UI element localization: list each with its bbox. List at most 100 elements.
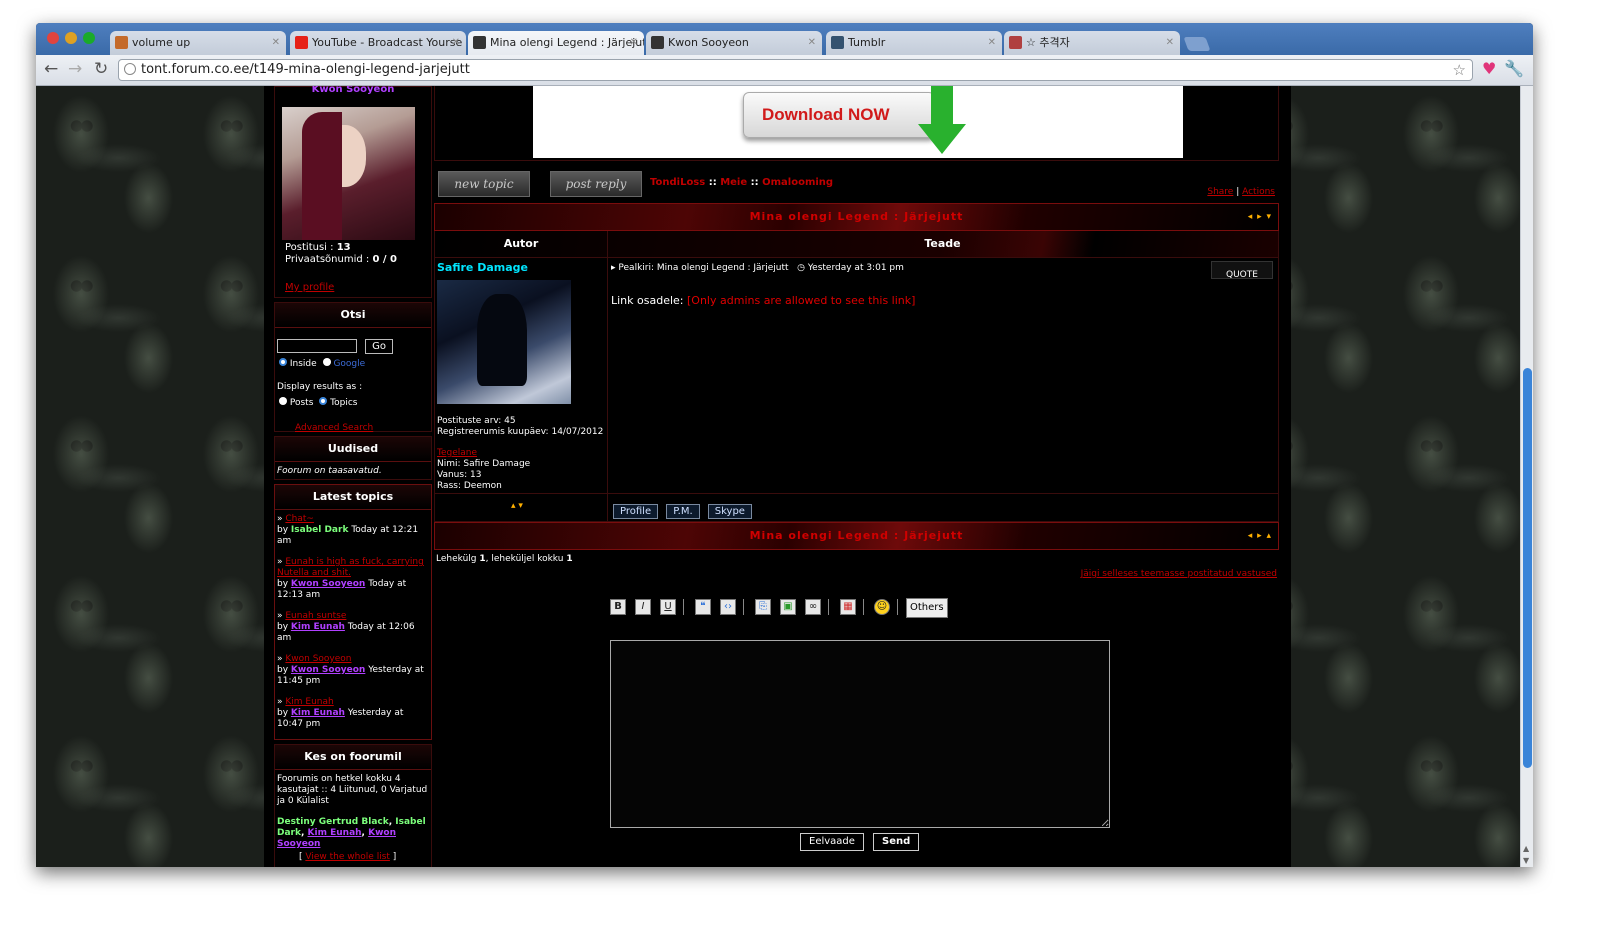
reply-textarea[interactable]	[610, 640, 1110, 828]
tumblr-icon	[831, 36, 844, 49]
post-nav-arrows-icon[interactable]: ▴ ▾	[511, 501, 523, 511]
clock-icon: ◷	[797, 263, 805, 273]
topic-nav-arrows-bottom-icon[interactable]: ◂ ▸ ▴	[1248, 523, 1272, 549]
download-now-button[interactable]: Download NOW	[743, 92, 935, 138]
minimize-window-button[interactable]	[65, 32, 77, 44]
latest-topic-author[interactable]: Kim Eunah	[291, 708, 345, 718]
close-window-button[interactable]	[47, 32, 59, 44]
breadcrumb-item[interactable]: Omalooming	[762, 177, 833, 188]
profile-button[interactable]: Profile	[613, 504, 659, 519]
color-icon[interactable]: ▦	[840, 599, 856, 615]
tab-mina-olengi-legend[interactable]: Mina olengi Legend : Järjejut ✕	[468, 31, 644, 55]
address-bar[interactable]: tont.forum.co.ee/t149-mina-olengi-legend…	[118, 59, 1473, 81]
latest-topic-link[interactable]: Eunah suntse	[285, 611, 346, 621]
browser-toolbar: ← → ↻ tont.forum.co.ee/t149-mina-olengi-…	[36, 55, 1533, 86]
zoom-window-button[interactable]	[83, 32, 95, 44]
latest-topic-author[interactable]: Isabel Dark	[291, 525, 349, 535]
advanced-search-link[interactable]: Advanced Search	[295, 423, 373, 433]
close-icon[interactable]: ✕	[452, 31, 460, 55]
close-icon[interactable]: ✕	[808, 31, 816, 55]
view-whole-list-link[interactable]: View the whole list	[305, 852, 390, 862]
post-author-name[interactable]: Safire Damage	[437, 261, 605, 274]
code-icon[interactable]: ‹›	[720, 599, 736, 615]
avatar-hair	[302, 112, 342, 240]
search-input[interactable]	[277, 339, 357, 353]
host-image-icon[interactable]: ⎘	[755, 599, 771, 615]
online-user-link[interactable]: Destiny Gertrud Black	[277, 817, 389, 827]
tab-kwon-sooyeon[interactable]: Kwon Sooyeon ✕	[646, 31, 822, 55]
forward-arrow-icon[interactable]: →	[68, 60, 82, 78]
tab-youtube[interactable]: YouTube - Broadcast Yourse ✕	[290, 31, 466, 55]
topic-title-bottom: Mina olengi Legend : Järjejutt	[749, 529, 964, 542]
topic-nav-arrows-icon[interactable]: ◂ ▸ ▾	[1248, 204, 1272, 230]
send-button[interactable]: Send	[873, 833, 920, 851]
back-arrow-icon[interactable]: ←	[44, 60, 58, 78]
tab-label: Tumblr	[848, 36, 886, 49]
latest-topic-author[interactable]: Kwon Sooyeon	[291, 665, 365, 675]
new-topic-button[interactable]: new topic	[438, 171, 530, 197]
tab-chaser[interactable]: ☆ 추격자 ✕	[1004, 31, 1180, 55]
close-icon[interactable]: ✕	[988, 31, 996, 55]
breadcrumb: TondiLoss :: Meie :: Omalooming	[650, 177, 834, 188]
close-icon[interactable]: ✕	[272, 31, 280, 55]
tab-tumblr[interactable]: Tumblr ✕	[826, 31, 1002, 55]
heart-icon[interactable]: ♥	[1482, 60, 1496, 78]
quote-icon[interactable]: ❝	[695, 599, 711, 615]
new-tab-button[interactable]	[1183, 37, 1211, 51]
character-sheet-link[interactable]: Tegelane	[437, 448, 477, 458]
scroll-up-arrow-icon[interactable]: ▲	[1523, 844, 1529, 853]
latest-topic-author[interactable]: Kim Eunah	[291, 622, 345, 632]
preview-button[interactable]: Eelvaade	[800, 833, 864, 851]
post-count-label: Postituste arv:	[437, 416, 502, 426]
actions-link[interactable]: Actions	[1242, 187, 1275, 197]
google-radio[interactable]	[322, 358, 331, 366]
reg-date-label: Registreerumis kuupäev:	[437, 427, 549, 437]
latest-topic-link[interactable]: Kwon Sooyeon	[285, 654, 351, 664]
post-body-label: Link osadele:	[611, 294, 684, 307]
tab-volume-up[interactable]: volume up ✕	[110, 31, 286, 55]
photo-icon	[1009, 36, 1022, 49]
go-button[interactable]: Go	[365, 339, 393, 354]
unanswered-link[interactable]: Jäigi selleses teemasse postitatud vastu…	[1081, 569, 1277, 579]
char-race-value: Deemon	[463, 481, 502, 491]
smiley-icon[interactable]: ☺	[874, 599, 890, 615]
breadcrumb-item[interactable]: TondiLoss	[650, 177, 705, 188]
share-link[interactable]: Share	[1207, 187, 1233, 197]
image-icon[interactable]: ▣	[780, 599, 796, 615]
underline-icon[interactable]: U	[660, 599, 676, 615]
post-author-avatar[interactable]	[437, 280, 571, 404]
wrench-icon[interactable]: 🔧	[1504, 60, 1524, 78]
post-reply-button[interactable]: post reply	[550, 171, 642, 197]
italic-icon[interactable]: I	[635, 599, 651, 615]
scrollbar-thumb[interactable]	[1523, 368, 1532, 768]
latest-topic-link[interactable]: Kim Eunah	[285, 697, 333, 707]
pm-button[interactable]: P.M.	[666, 504, 700, 519]
close-icon[interactable]: ✕	[630, 31, 638, 55]
my-profile-link[interactable]: My profile	[285, 282, 334, 293]
breadcrumb-item[interactable]: Meie	[720, 177, 747, 188]
post-body-link[interactable]: [Only admins are allowed to see this lin…	[687, 294, 915, 307]
star-icon[interactable]: ☆	[1453, 60, 1466, 80]
online-user-link[interactable]: Kim Eunah	[308, 828, 362, 838]
skype-button[interactable]: Skype	[707, 504, 752, 519]
char-race-label: Rass:	[437, 481, 461, 491]
bold-icon[interactable]: B	[610, 599, 626, 615]
inside-radio[interactable]	[279, 358, 287, 366]
others-button[interactable]: Others	[906, 598, 948, 618]
close-icon[interactable]: ✕	[1166, 31, 1174, 55]
profile-username[interactable]: Kwon Sooyeon	[275, 86, 431, 99]
latest-topic-link[interactable]: Eunah is high as fuck, carrying Nutella …	[277, 557, 424, 578]
profile-box: Kwon Sooyeon Postitusi : 13 Privaatsõnum…	[274, 86, 432, 298]
latest-topic-author[interactable]: Kwon Sooyeon	[291, 579, 365, 589]
quote-button[interactable]: QUOTE	[1211, 261, 1273, 280]
vertical-scrollbar[interactable]: ▲ ▼	[1520, 86, 1533, 867]
profile-avatar[interactable]	[282, 107, 415, 240]
topics-radio[interactable]	[319, 397, 328, 405]
reload-icon[interactable]: ↻	[94, 60, 108, 78]
latest-topics-title: Latest topics	[275, 485, 431, 510]
link-icon[interactable]: ∞	[805, 599, 821, 615]
ad-banner[interactable]: Download NOW	[533, 86, 1183, 158]
posts-radio[interactable]	[279, 397, 287, 405]
scroll-down-arrow-icon[interactable]: ▼	[1523, 856, 1529, 865]
latest-topic-link[interactable]: Chat~	[285, 514, 314, 524]
